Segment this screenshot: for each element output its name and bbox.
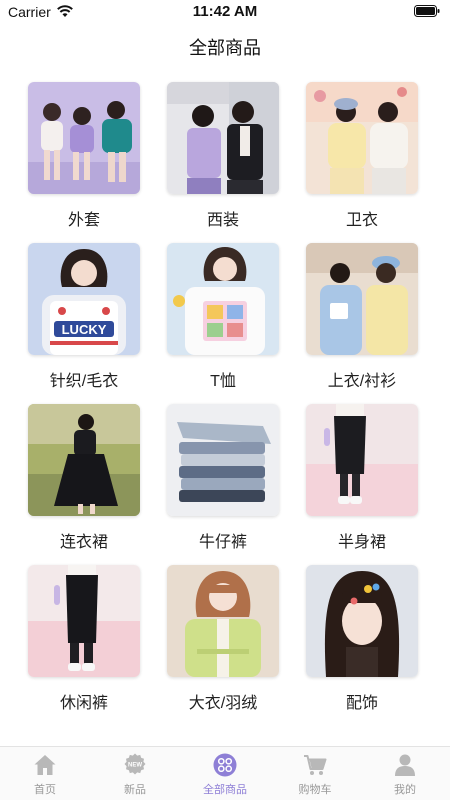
category-item-casual-pants[interactable]: 休闲裤	[28, 565, 140, 715]
category-label: 休闲裤	[59, 695, 108, 712]
tab-label: 全部商品	[203, 784, 247, 796]
tab-label: 我的	[394, 784, 416, 796]
skirt-photo-icon	[306, 404, 418, 516]
category-label: 外套	[67, 212, 100, 229]
category-label: 半身裙	[337, 534, 386, 551]
accessories-photo-icon	[306, 565, 418, 677]
lucky-sweater-text: LUCKY	[62, 322, 107, 337]
tab-new-arrivals[interactable]: NEW 新品	[90, 747, 180, 800]
knitwear-photo-icon: LUCKY	[28, 243, 140, 355]
new-badge-text: NEW	[128, 763, 142, 769]
dress-photo-icon	[28, 404, 140, 516]
category-label: 连衣裙	[59, 534, 108, 551]
cart-icon	[304, 755, 327, 775]
category-label: 上衣/衬衫	[327, 373, 397, 390]
category-item-suit[interactable]: 西装	[167, 82, 279, 232]
category-item-knitwear[interactable]: LUCKY 针织/毛衣	[28, 243, 140, 393]
suit-photo-icon	[167, 82, 279, 194]
category-label: T恤	[210, 373, 236, 390]
category-label: 西装	[206, 212, 239, 229]
battery-icon	[414, 5, 440, 17]
outerwear-photo-icon	[28, 82, 140, 194]
tab-home[interactable]: 首页	[0, 747, 90, 800]
category-label: 配饰	[345, 695, 378, 712]
tab-label: 购物车	[298, 784, 332, 796]
page-title: 全部商品	[189, 38, 261, 58]
tab-bar: 首页 NEW 新品 全部商品 购物车 我的	[0, 746, 450, 800]
category-item-shirt[interactable]: 上衣/衬衫	[306, 243, 418, 393]
category-item-coat[interactable]: 大衣/羽绒	[167, 565, 279, 715]
new-badge-icon: NEW	[124, 753, 146, 775]
coat-photo-icon	[167, 565, 279, 677]
status-bar: Carrier 11:42 AM	[0, 0, 450, 24]
tab-all-products[interactable]: 全部商品	[180, 747, 270, 800]
clock: 11:42 AM	[192, 3, 258, 20]
shirt-photo-icon	[306, 243, 418, 355]
casual-pants-photo-icon	[28, 565, 140, 677]
category-item-accessories[interactable]: 配饰	[306, 565, 418, 715]
tab-profile[interactable]: 我的	[360, 747, 450, 800]
category-item-skirt[interactable]: 半身裙	[306, 404, 418, 554]
category-item-jeans[interactable]: 牛仔裤	[167, 404, 279, 554]
category-label: 牛仔裤	[198, 534, 247, 551]
profile-icon	[395, 754, 415, 776]
tab-label: 新品	[124, 784, 146, 796]
category-label: 卫衣	[345, 212, 378, 229]
category-item-dress[interactable]: 连衣裙	[28, 404, 140, 554]
tab-label: 首页	[34, 784, 56, 796]
tshirt-photo-icon	[167, 243, 279, 355]
hoodie-photo-icon	[306, 82, 418, 194]
category-label: 针织/毛衣	[49, 373, 119, 390]
tab-cart[interactable]: 购物车	[270, 747, 360, 800]
category-item-hoodie[interactable]: 卫衣	[306, 82, 418, 232]
category-item-outerwear[interactable]: 外套	[28, 82, 140, 232]
all-products-icon	[213, 753, 237, 777]
home-icon	[34, 755, 56, 775]
jeans-photo-icon	[167, 404, 279, 516]
category-item-tshirt[interactable]: T恤	[167, 243, 279, 393]
category-label: 大衣/羽绒	[188, 695, 258, 712]
